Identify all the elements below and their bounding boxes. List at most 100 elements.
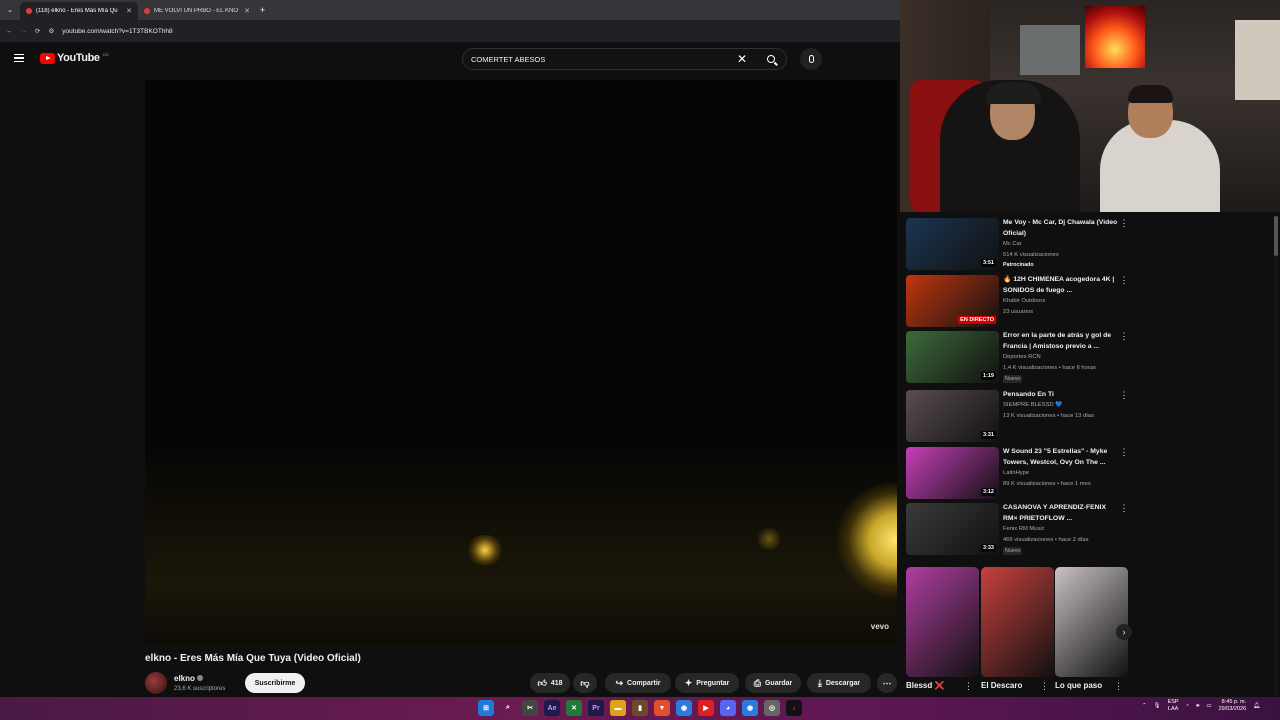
browser-tab[interactable]: ME VOLVI UN PRBO - EL KNO ✕	[138, 2, 256, 20]
obs-icon[interactable]: ◎	[764, 700, 780, 716]
chrome-profile-icon[interactable]: ◉	[742, 700, 758, 716]
like-button[interactable]: 👍︎ 418	[530, 673, 570, 693]
youtube-logo[interactable]: YouTube CO	[40, 52, 109, 64]
recommended-video-channel[interactable]: Fenix RM Music	[1003, 526, 1045, 532]
short-title[interactable]: Lo que paso	[1055, 681, 1102, 690]
back-icon[interactable]: ←	[6, 28, 13, 35]
page-scrollbar[interactable]	[1274, 216, 1278, 696]
more-vert-icon[interactable]: ⋮	[1040, 681, 1049, 692]
after-effects-icon[interactable]: Ae	[544, 700, 560, 716]
video-thumbnail[interactable]: 3:51	[906, 218, 999, 270]
recommended-video-title[interactable]: CASANOVA Y APRENDIZ-FENIX RM× PRIETOFLOW…	[1003, 503, 1119, 524]
notification-bell-icon[interactable]: 🔔︎	[1253, 703, 1260, 709]
recommended-video[interactable]: EN DIRECTO 🔥 12H CHIMENEA acogedora 4K |…	[906, 275, 1131, 327]
recommended-video[interactable]: 3:31 Pensando En Ti SIEMPRE BLESSD 💙 13 …	[906, 390, 1131, 442]
tiktok-icon[interactable]: ♪	[786, 700, 802, 716]
file-explorer-icon[interactable]: ▬	[610, 700, 626, 716]
hamburger-menu-icon[interactable]	[14, 54, 24, 62]
language-indicator[interactable]: ESP LAA	[1168, 699, 1179, 713]
more-vert-icon[interactable]: ⋮	[964, 681, 973, 692]
video-thumbnail[interactable]: 1:19	[906, 331, 999, 383]
premiere-icon[interactable]: Pr	[588, 700, 604, 716]
microphone-icon[interactable]: 🎙︎	[1154, 703, 1161, 709]
recommended-video-title[interactable]: Error en la parte de atrás y gol de Fran…	[1003, 331, 1119, 352]
thumbs-down-icon: 👎︎	[580, 677, 590, 688]
reload-icon[interactable]: ⟳	[35, 27, 40, 35]
recommended-video-channel[interactable]: Deportes RCN	[1003, 354, 1041, 360]
battery-icon[interactable]: ▭	[1206, 703, 1211, 709]
recommended-video[interactable]: 3:51 Me Voy - Mc Car, Dj Chawala (Video …	[906, 218, 1131, 270]
short-thumbnail[interactable]	[1055, 567, 1128, 677]
search-input[interactable]: COMERTET ABESOS	[471, 55, 728, 64]
recommended-video[interactable]: 3:12 W Sound 23 "5 Estrellas" - Myke Tow…	[906, 447, 1131, 499]
youtube-app-icon[interactable]: ▶	[698, 700, 714, 716]
save-button[interactable]: ⎙ Guardar	[745, 673, 801, 693]
xbox-icon[interactable]: ✕	[566, 700, 582, 716]
windows-start-icon[interactable]: ⊞	[478, 700, 494, 716]
volume-icon[interactable]: 🔊︎	[1196, 703, 1199, 710]
search-box[interactable]: COMERTET ABESOS ✕	[462, 48, 787, 70]
recommended-video[interactable]: 1:19 Error en la parte de atrás y gol de…	[906, 331, 1131, 383]
download-icon: ⤓	[817, 677, 822, 688]
browser-tab-active[interactable]: (118) elkno - Eres Más Mía Qu ✕	[20, 2, 138, 20]
short-title[interactable]: El Descaro	[981, 681, 1022, 690]
download-button[interactable]: ⤓ Descargar	[807, 673, 871, 693]
search-button[interactable]	[756, 49, 786, 69]
recommended-video-title[interactable]: 🔥 12H CHIMENEA acogedora 4K | SONIDOS de…	[1003, 275, 1119, 296]
ask-button[interactable]: ✦ Preguntar	[675, 673, 739, 693]
channel-name[interactable]: elkno	[174, 674, 195, 683]
recommended-video-title[interactable]: W Sound 23 "5 Estrellas" - Myke Towers, …	[1003, 447, 1119, 468]
voice-search-button[interactable]	[800, 48, 822, 70]
more-vert-icon[interactable]: ⋮	[1119, 331, 1129, 342]
recommended-video-channel[interactable]: SIEMPRE BLESSD 💙	[1003, 402, 1062, 408]
video-thumbnail[interactable]: 3:12	[906, 447, 999, 499]
subscribe-button[interactable]: Suscribirme	[245, 673, 305, 693]
more-vert-icon[interactable]: ⋮	[1114, 681, 1123, 692]
share-button[interactable]: ↪ Compartir	[605, 673, 671, 693]
more-vert-icon[interactable]: ⋮	[1119, 218, 1129, 229]
short-thumbnail[interactable]	[981, 567, 1054, 677]
share-icon: ↪	[615, 677, 624, 688]
site-info-icon[interactable]: ⚙	[48, 27, 54, 35]
thumbs-up-icon: 👍︎	[537, 677, 547, 688]
more-vert-icon[interactable]: ⋮	[1119, 275, 1129, 286]
short-title[interactable]: Blessd ❌	[906, 681, 944, 690]
search-icon[interactable]: ⌕	[500, 700, 516, 716]
more-vert-icon[interactable]: ⋮	[1119, 390, 1129, 401]
like-count: 418	[550, 679, 563, 687]
recommended-video-channel[interactable]: LatinHype	[1003, 470, 1029, 476]
recommended-video-channel[interactable]: Khabir Outdoors	[1003, 298, 1045, 304]
chevron-up-icon[interactable]: ⌃	[1142, 703, 1147, 709]
url-field[interactable]: youtube.com/watch?v=1T3TBKOThh8	[62, 28, 172, 35]
channel-avatar[interactable]	[145, 672, 167, 694]
dislike-button[interactable]: 👎︎	[573, 673, 597, 693]
new-tab-icon[interactable]: +	[260, 5, 265, 15]
video-player[interactable]: vevo	[145, 80, 897, 645]
close-tab-icon[interactable]: ✕	[126, 7, 132, 15]
forward-icon[interactable]: →	[21, 28, 28, 35]
video-thumbnail[interactable]: 3:33	[906, 503, 999, 555]
tab-list-icon[interactable]: ⌄	[0, 6, 20, 14]
short-thumbnail[interactable]	[906, 567, 979, 677]
recommended-video-title[interactable]: Pensando En Ti	[1003, 390, 1119, 401]
shelf-next-button[interactable]: ›	[1116, 624, 1132, 640]
more-actions-button[interactable]: ⋯	[877, 673, 897, 693]
recommended-video[interactable]: 3:33 CASANOVA Y APRENDIZ-FENIX RM× PRIET…	[906, 503, 1131, 555]
chrome-icon[interactable]: ◉	[676, 700, 692, 716]
app-icon[interactable]: ▮	[632, 700, 648, 716]
video-thumbnail[interactable]: 3:31	[906, 390, 999, 442]
scrollbar-thumb[interactable]	[1274, 216, 1278, 256]
recommended-video-channel[interactable]: Mc Car	[1003, 241, 1022, 247]
close-tab-icon[interactable]: ✕	[244, 7, 250, 15]
capcut-icon[interactable]: ✂	[522, 700, 538, 716]
recommended-video-title[interactable]: Me Voy - Mc Car, Dj Chawala (Video Ofici…	[1003, 218, 1119, 239]
more-vert-icon[interactable]: ⋮	[1119, 503, 1129, 514]
discord-icon[interactable]: ◕	[720, 700, 736, 716]
clock[interactable]: 8:45 p. m. 29/03/2026	[1219, 699, 1247, 713]
brave-icon[interactable]: ▼	[654, 700, 670, 716]
video-thumbnail[interactable]: EN DIRECTO	[906, 275, 999, 327]
wifi-icon[interactable]: ◔	[1186, 703, 1189, 709]
channel-name-wrap[interactable]: elkno	[174, 674, 203, 683]
more-vert-icon[interactable]: ⋮	[1119, 447, 1129, 458]
clear-search-icon[interactable]: ✕	[728, 52, 756, 66]
